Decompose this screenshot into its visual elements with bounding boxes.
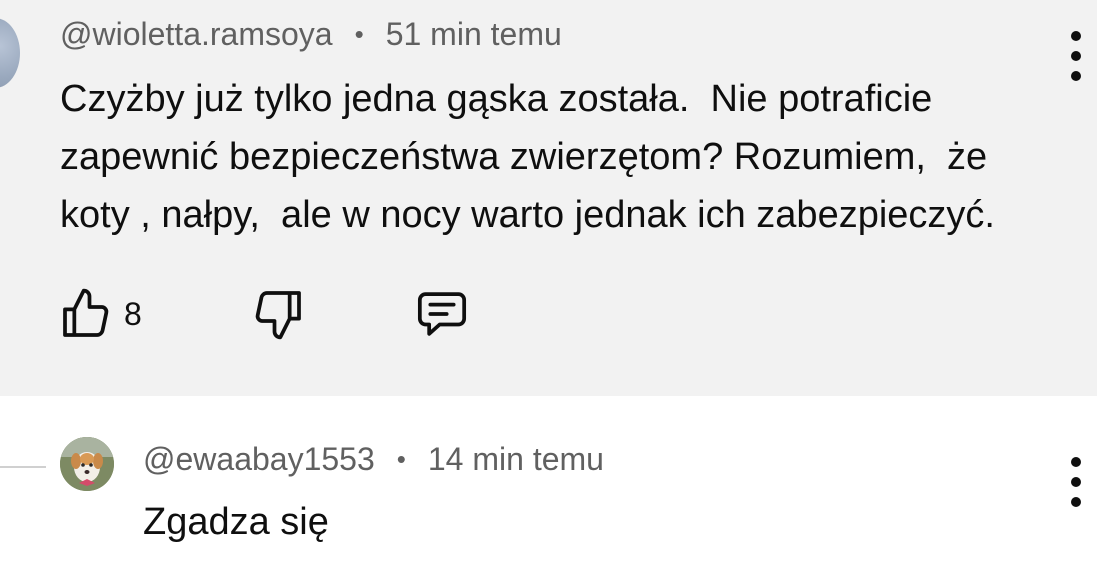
reply-body: Zgadza się (143, 501, 329, 543)
reply-username[interactable]: @ewaabay1553 (143, 441, 375, 478)
reply-button[interactable] (414, 286, 470, 342)
highlighted-comment: @wioletta.ramsoya • 51 min temu Czyżby j… (0, 0, 1097, 396)
thumbs-down-icon (255, 291, 301, 340)
comment-more-button[interactable] (1061, 31, 1091, 81)
more-vertical-icon (1071, 31, 1081, 41)
reply-avatar[interactable] (60, 437, 114, 491)
reply-timestamp: 14 min temu (427, 441, 604, 477)
thread-connector (0, 420, 46, 468)
comment-actions: 8 (58, 282, 467, 346)
comment-meta: @wioletta.ramsoya • 51 min temu (60, 16, 562, 53)
comment-timestamp: 51 min temu (385, 16, 562, 52)
like-button[interactable]: 8 (58, 286, 142, 342)
comment-body: Czyżby już tylko jedna gąska została. Ni… (60, 78, 995, 236)
comment-username[interactable]: @wioletta.ramsoya (60, 16, 333, 53)
dislike-button[interactable] (250, 286, 306, 342)
like-count: 8 (124, 295, 142, 332)
commenter-avatar[interactable] (0, 18, 20, 88)
reply-meta: @ewaabay1553 • 14 min temu (143, 441, 604, 478)
dog-avatar-icon (60, 437, 114, 491)
comment-bubble-icon (417, 292, 467, 336)
reply-more-button[interactable] (1061, 457, 1091, 507)
meta-separator: • (396, 444, 406, 474)
thumbs-up-icon (63, 288, 109, 337)
meta-separator: • (354, 19, 364, 49)
more-vertical-icon (1071, 457, 1081, 467)
